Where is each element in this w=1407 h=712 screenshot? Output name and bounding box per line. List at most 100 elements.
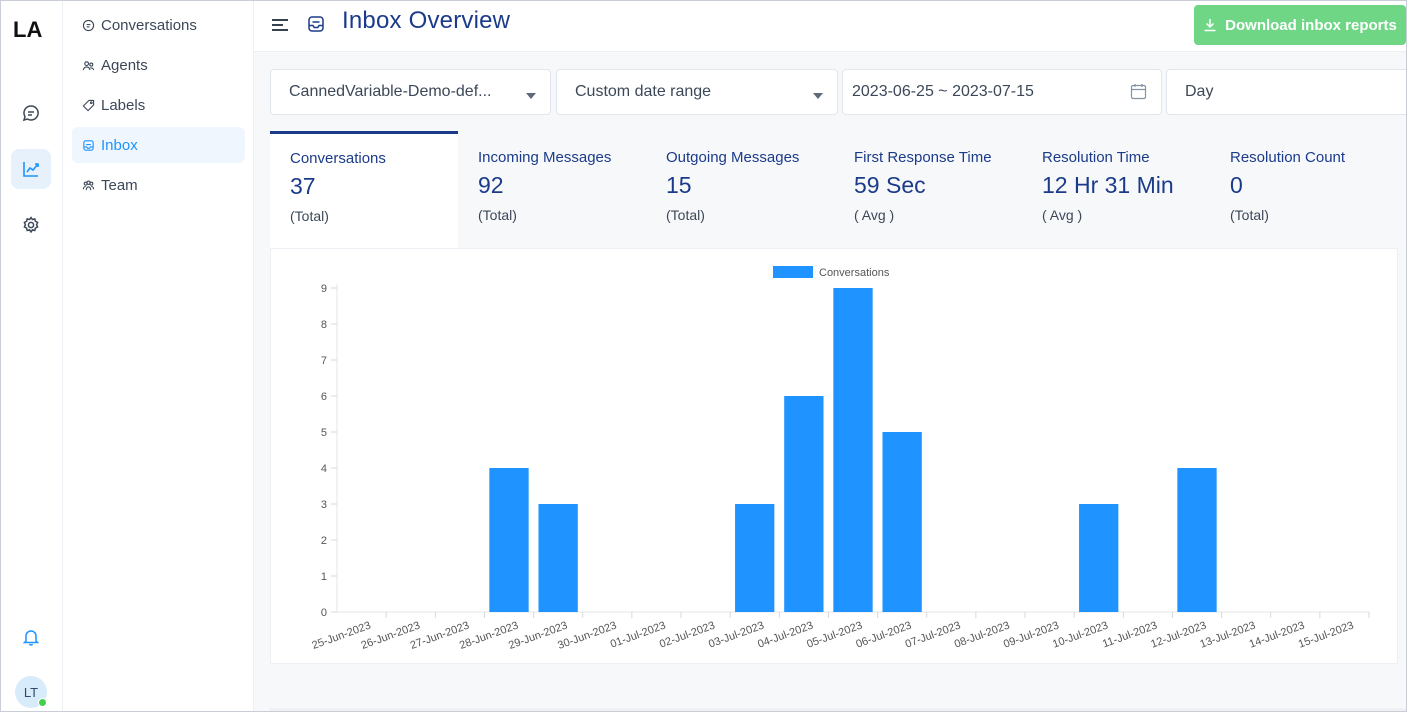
primary-sidebar: LA LT	[1, 1, 63, 711]
y-tick-label: 8	[321, 319, 327, 331]
sidebar-item-labels[interactable]: Labels	[72, 87, 245, 123]
group-by-select-value: Day	[1185, 83, 1214, 100]
calendar-icon	[1130, 84, 1147, 100]
x-tick-label: 10-Jul-2023	[1051, 620, 1110, 651]
metric-tab-outgoing-messages[interactable]: Outgoing Messages 15 (Total)	[646, 131, 834, 248]
sidebar-item-team[interactable]: Team	[72, 167, 245, 203]
inbox-icon	[83, 139, 94, 151]
chevron-down-icon	[813, 93, 823, 99]
x-tick-label: 08-Jul-2023	[953, 620, 1012, 651]
presence-status-dot	[38, 698, 47, 707]
tag-icon	[82, 99, 95, 111]
bar-05-Jul-2023	[833, 288, 873, 612]
x-tick-label: 05-Jul-2023	[805, 620, 864, 651]
page-title: Inbox Overview	[342, 7, 511, 34]
y-tick-label: 3	[321, 499, 327, 511]
sidebar-item-label: Agents	[101, 56, 148, 74]
metric-sub: (Total)	[1230, 207, 1269, 223]
x-tick-label: 01-Jul-2023	[609, 620, 668, 651]
chat-bubble-icon	[22, 105, 39, 122]
x-tick-label: 13-Jul-2023	[1198, 620, 1257, 651]
x-tick-label: 04-Jul-2023	[756, 620, 815, 651]
bar-06-Jul-2023	[882, 432, 922, 612]
metric-value: 0	[1230, 172, 1243, 198]
bar-28-Jun-2023	[489, 468, 529, 612]
metric-value: 15	[666, 172, 692, 198]
rail-reports-button[interactable]	[11, 149, 51, 189]
x-tick-label: 03-Jul-2023	[707, 620, 766, 651]
main-content: Inbox Overview Download inbox reports Ca…	[254, 1, 1406, 711]
y-tick-label: 6	[321, 391, 327, 403]
metric-value: 12 Hr 31 Min	[1042, 172, 1174, 198]
x-tick-label: 15-Jul-2023	[1297, 620, 1356, 651]
bar-03-Jul-2023	[735, 504, 775, 612]
metric-tab-incoming-messages[interactable]: Incoming Messages 92 (Total)	[458, 131, 646, 248]
x-tick-label: 06-Jul-2023	[854, 620, 913, 651]
y-tick-label: 2	[321, 535, 327, 547]
bar-12-Jul-2023	[1177, 468, 1217, 612]
metric-sub: (Total)	[666, 207, 705, 223]
team-icon	[82, 179, 95, 190]
metric-tab-conversations[interactable]: Conversations 37 (Total)	[270, 131, 458, 248]
rail-conversations-button[interactable]	[11, 93, 51, 133]
group-by-select[interactable]: Day	[1166, 69, 1406, 115]
date-range-select-value: Custom date range	[575, 83, 712, 100]
download-button-label: Download inbox reports	[1225, 16, 1397, 34]
y-tick-label: 1	[321, 571, 327, 583]
sidebar-item-conversations[interactable]: Conversations	[72, 7, 245, 43]
x-tick-label: 14-Jul-2023	[1248, 620, 1307, 651]
menu-icon[interactable]	[271, 17, 289, 33]
bell-icon	[22, 630, 40, 646]
metric-tab-resolution-count[interactable]: Resolution Count 0 (Total)	[1210, 131, 1398, 248]
inbox-title-icon	[308, 16, 324, 32]
y-tick-label: 0	[321, 607, 327, 619]
sidebar-item-label: Labels	[101, 96, 146, 114]
y-tick-label: 5	[321, 427, 327, 439]
x-tick-label: 11-Jul-2023	[1101, 620, 1159, 651]
date-range-select[interactable]: Custom date range	[556, 69, 838, 115]
metrics-tabs: Conversations 37 (Total) Incoming Messag…	[270, 131, 1406, 248]
chevron-down-icon	[526, 93, 536, 99]
app-logo[interactable]: LA	[13, 17, 49, 41]
metric-label: Resolution Time	[1042, 149, 1150, 166]
conversations-bar-chart: 012345678925-Jun-202326-Jun-202327-Jun-2…	[310, 266, 1370, 652]
sidebar-item-inbox[interactable]: Inbox	[72, 127, 245, 163]
x-tick-label: 07-Jul-2023	[904, 620, 963, 651]
y-tick-label: 9	[321, 283, 327, 295]
rail-settings-button[interactable]	[11, 205, 51, 245]
y-tick-label: 4	[321, 463, 327, 475]
legend-swatch	[773, 266, 813, 278]
metric-tab-first-response-time[interactable]: First Response Time 59 Sec ( Avg )	[834, 131, 1022, 248]
y-tick-label: 7	[321, 355, 327, 367]
app-window: LA LT Conversations Agents Labels Inbox …	[0, 0, 1407, 712]
metric-tab-resolution-time[interactable]: Resolution Time 12 Hr 31 Min ( Avg )	[1022, 131, 1210, 248]
chart-card: 0 1 2 3 4 5 6 7 8 9 25-Jun-2023 26-Jun-2023 27-Jun-2…	[270, 248, 1398, 664]
metric-label: Incoming Messages	[478, 149, 612, 166]
sidebar-item-agents[interactable]: Agents	[72, 47, 245, 83]
metric-sub: ( Avg )	[854, 207, 895, 223]
sidebar-item-label: Inbox	[101, 136, 138, 154]
metric-value: 37	[290, 173, 316, 199]
metric-sub: (Total)	[478, 207, 517, 223]
metric-sub: ( Avg )	[1042, 207, 1083, 223]
bar-04-Jul-2023	[784, 396, 824, 612]
download-reports-button[interactable]: Download inbox reports	[1194, 5, 1406, 45]
sidebar-item-label: Conversations	[101, 16, 197, 34]
chart-line-icon	[23, 162, 39, 177]
download-icon	[1204, 19, 1216, 32]
notifications-button[interactable]	[11, 617, 51, 657]
bar-10-Jul-2023	[1079, 504, 1119, 612]
date-picker-input[interactable]: 2023-06-25 ~ 2023-07-15	[842, 69, 1162, 115]
metric-label: Outgoing Messages	[666, 149, 800, 166]
metric-label: Resolution Count	[1230, 149, 1346, 166]
x-tick-label: 12-Jul-2023	[1149, 620, 1208, 651]
reports-sidebar: Conversations Agents Labels Inbox Team	[63, 1, 254, 711]
x-tick-label: 02-Jul-2023	[658, 620, 717, 651]
date-picker-value: 2023-06-25 ~ 2023-07-15	[852, 83, 1034, 100]
chat-icon	[82, 19, 95, 31]
x-tick-label: 09-Jul-2023	[1002, 620, 1061, 651]
metric-sub: (Total)	[290, 208, 329, 224]
avatar-initials: LT	[23, 684, 39, 700]
metric-value: 59 Sec	[854, 172, 926, 198]
inbox-select[interactable]: CannedVariable-Demo-def...	[270, 69, 551, 115]
